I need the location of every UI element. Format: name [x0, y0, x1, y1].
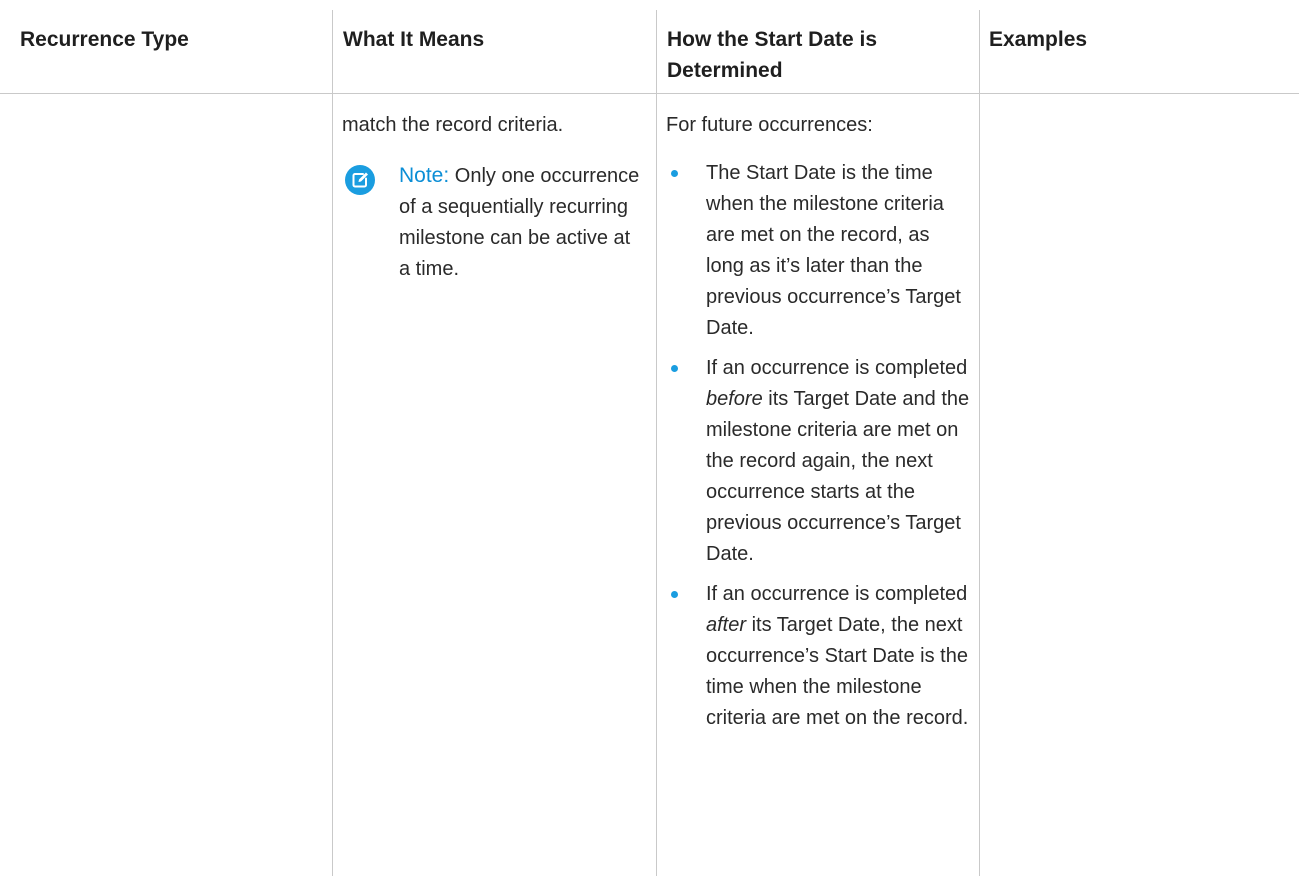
note-callout: Note: Only one occurrence of a sequentia… [399, 160, 644, 285]
header-start-date: How the Start Date is Determined [667, 28, 878, 82]
list-item: If an occurrence is completed after its … [666, 579, 972, 734]
start-date-intro: For future occurrences: [666, 114, 873, 136]
bullet-text: The Start Date is the time when the mile… [706, 162, 961, 339]
bullet-text: its Target Date and the milestone criter… [706, 388, 970, 565]
documentation-table: Recurrence Type What It Means How the St… [0, 0, 1299, 876]
list-item: The Start Date is the time when the mile… [666, 158, 972, 344]
note-label: Note: [399, 164, 450, 187]
list-item: If an occurrence is completed before its… [666, 353, 972, 570]
column-divider [656, 10, 657, 876]
edit-note-icon [345, 165, 375, 195]
column-divider [332, 10, 333, 876]
bullet-text: If an occurrence is completed [706, 357, 968, 379]
header-what-it-means: What It Means [343, 28, 485, 51]
start-date-bullet-list: The Start Date is the time when the mile… [666, 158, 972, 743]
bullet-icon [671, 365, 678, 372]
what-it-means-text: match the record criteria. [342, 114, 564, 136]
bullet-emphasis: after [706, 614, 747, 636]
bullet-text: its Target Date, the next occurrence’s S… [706, 614, 969, 729]
bullet-icon [671, 591, 678, 598]
header-divider [0, 93, 1299, 94]
column-divider [979, 10, 980, 876]
header-recurrence-type: Recurrence Type [20, 28, 189, 51]
bullet-text: If an occurrence is completed [706, 583, 968, 605]
bullet-emphasis: before [706, 388, 763, 410]
bullet-icon [671, 170, 678, 177]
header-examples: Examples [989, 28, 1088, 51]
